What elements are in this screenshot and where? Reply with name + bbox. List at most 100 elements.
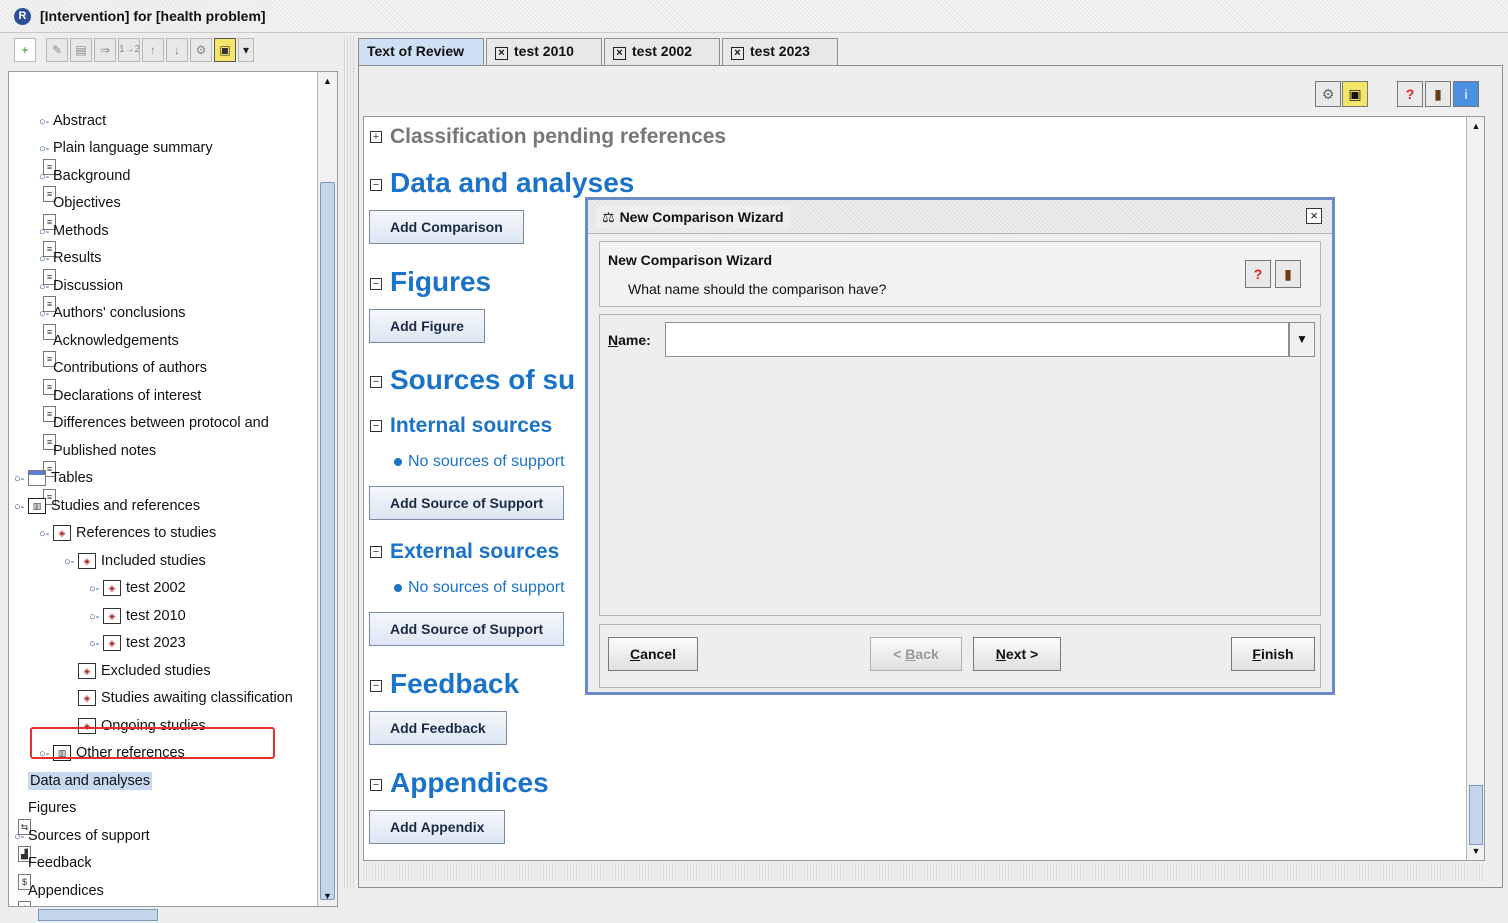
tree-item[interactable]: ○- $ Sources of support	[14, 824, 150, 890]
tree-item[interactable]: ○- ▥ Studies and references	[14, 494, 200, 518]
sort-icon[interactable]: 1→2	[118, 38, 140, 62]
document-scroll-thumb[interactable]	[1469, 785, 1483, 845]
tree-item[interactable]: ○- ◈ test 2002	[89, 576, 186, 600]
expand-toggle-icon[interactable]: ○-	[89, 632, 103, 656]
settings-icon[interactable]: ⚙	[1315, 81, 1341, 107]
next-button[interactable]: Next >	[973, 637, 1061, 671]
expand-toggle-icon[interactable]: ○-	[39, 220, 53, 244]
split-divider[interactable]	[344, 36, 354, 888]
tree-hscroll-thumb[interactable]	[38, 909, 158, 921]
expand-icon[interactable]: +	[370, 131, 382, 144]
note-icon[interactable]: ▣	[1342, 81, 1368, 107]
collapse-icon[interactable]: −	[370, 679, 382, 692]
tree-item[interactable]: ○- ◈ test 2023	[89, 631, 186, 655]
tree-item[interactable]: ≡ Objectives	[39, 191, 121, 257]
expand-toggle-icon[interactable]: ○-	[14, 495, 28, 519]
tree-item[interactable]: ○- ≡ Methods	[39, 219, 109, 285]
help-icon[interactable]: ?	[1245, 260, 1271, 288]
move-up-icon[interactable]: ↑	[142, 38, 164, 62]
classification-pending-heading[interactable]: + Classification pending references	[370, 125, 726, 149]
add-icon[interactable]: +	[14, 38, 36, 62]
tree-item[interactable]: ≡ Acknowledgements	[39, 329, 179, 395]
tree-item[interactable]: ○- ◈ Included studies	[64, 549, 206, 573]
tab-text-of-review[interactable]: Text of Review	[358, 38, 484, 65]
tree-vertical-scrollbar[interactable]: ▲ ▼	[317, 72, 337, 906]
scroll-up-icon[interactable]: ▲	[320, 74, 335, 89]
tree-item[interactable]: ○- ≡ Background	[39, 164, 130, 230]
tree-item[interactable]: !Feedback	[14, 851, 92, 906]
expand-toggle-icon[interactable]: ○-	[39, 275, 53, 299]
settings-icon[interactable]: ⚙	[190, 38, 212, 62]
tree-item[interactable]: ≡ Differences between protocol and	[39, 411, 269, 477]
collapse-icon[interactable]: −	[370, 420, 382, 433]
document-horizontal-scrollbar[interactable]	[363, 863, 1485, 881]
scroll-down-icon[interactable]: ▼	[1469, 844, 1483, 858]
close-icon[interactable]: ×	[495, 47, 508, 60]
tree-item[interactable]: ◈ Studies awaiting classification	[64, 686, 293, 710]
scroll-up-icon[interactable]: ▲	[1469, 119, 1483, 133]
add-comparison-button[interactable]: Add Comparison	[369, 210, 524, 244]
rename-icon[interactable]: ⇒	[94, 38, 116, 62]
add-internal-source-button[interactable]: Add Source of Support	[369, 486, 565, 520]
add-figure-button[interactable]: Add Figure	[369, 309, 485, 343]
add-appendix-button[interactable]: Add Appendix	[369, 810, 506, 844]
help-icon[interactable]: ?	[1397, 81, 1423, 107]
document-vertical-scrollbar[interactable]: ▲ ▼	[1466, 117, 1484, 860]
tree-item[interactable]: ≡ Declarations of interest	[39, 384, 201, 450]
close-icon[interactable]: ×	[731, 47, 744, 60]
tree-scroll-thumb[interactable]	[320, 182, 335, 900]
tree-item[interactable]: ▟ Figures	[14, 796, 76, 862]
book-icon[interactable]: ▮	[1425, 81, 1451, 107]
expand-toggle-icon[interactable]: ○-	[39, 522, 53, 546]
collapse-icon[interactable]: −	[370, 375, 382, 388]
collapse-icon[interactable]: −	[370, 277, 382, 290]
move-down-icon[interactable]: ↓	[166, 38, 188, 62]
tree-item[interactable]: ≡ Published notes	[39, 439, 156, 505]
collapse-icon[interactable]: −	[370, 778, 382, 791]
expand-toggle-icon[interactable]: ○-	[39, 137, 53, 161]
scroll-down-icon[interactable]: ▼	[320, 889, 335, 904]
properties-icon[interactable]: ▤	[70, 38, 92, 62]
tree-item[interactable]: ○- ≡ Discussion	[39, 274, 123, 340]
tree-item[interactable]: ○- ≡ Results	[39, 246, 101, 312]
expand-toggle-icon[interactable]: ○-	[14, 825, 28, 849]
tree-item[interactable]: ○- ≡ Abstract	[39, 109, 106, 175]
expand-toggle-icon[interactable]: ○-	[39, 165, 53, 189]
tree-item[interactable]: ○- ◈ References to studies	[39, 521, 216, 545]
expand-toggle-icon[interactable]: ○-	[89, 577, 103, 601]
expand-toggle-icon[interactable]: ○-	[39, 247, 53, 271]
tab-test-2010[interactable]: × test 2010	[486, 38, 602, 65]
collapse-icon[interactable]: −	[370, 546, 382, 559]
collapse-icon[interactable]: −	[370, 178, 382, 191]
cancel-button[interactable]: Cancel	[608, 637, 698, 671]
tab-test-2002[interactable]: × test 2002	[604, 38, 720, 65]
add-external-source-button[interactable]: Add Source of Support	[369, 612, 565, 646]
expand-toggle-icon[interactable]: ○-	[89, 605, 103, 629]
close-icon[interactable]: ×	[613, 47, 626, 60]
back-button[interactable]: < Back	[870, 637, 962, 671]
info-icon[interactable]: i	[1453, 81, 1479, 107]
expand-toggle-icon[interactable]: ○-	[14, 467, 28, 491]
tab-test-2023[interactable]: × test 2023	[722, 38, 838, 65]
tree-horizontal-scrollbar[interactable]	[8, 907, 338, 923]
chevron-down-icon[interactable]: ▼	[1289, 322, 1315, 357]
tree-item[interactable]: ○- ≡ Plain language summary	[39, 136, 213, 202]
tree-item[interactable]: ≡ Contributions of authors	[39, 356, 207, 422]
expand-toggle-icon[interactable]: ○-	[64, 550, 78, 574]
expand-toggle-icon[interactable]: ○-	[39, 110, 53, 134]
edit-icon[interactable]: ✎	[46, 38, 68, 62]
tree-item[interactable]: ◈ Excluded studies	[64, 659, 211, 683]
note-icon[interactable]: ▣	[214, 38, 236, 62]
expand-toggle-icon[interactable]: ○-	[39, 302, 53, 326]
book-icon[interactable]: ▮	[1275, 260, 1301, 288]
close-icon[interactable]: ×	[1306, 208, 1322, 224]
tree-item[interactable]: ○- ≡ Authors' conclusions	[39, 301, 186, 367]
dialog-title-bar[interactable]: ⚖ New Comparison Wizard ×	[588, 200, 1332, 234]
add-feedback-button[interactable]: Add Feedback	[369, 711, 507, 745]
tree-item[interactable]: ≡Appendices	[14, 879, 104, 903]
tree-item[interactable]: ○- ◈ test 2010	[89, 604, 186, 628]
tree-item[interactable]: ○- Tables	[14, 466, 93, 490]
comparison-name-input[interactable]	[665, 322, 1289, 357]
finish-button[interactable]: Finish	[1231, 637, 1315, 671]
chevron-down-icon[interactable]: ▾	[238, 38, 254, 62]
